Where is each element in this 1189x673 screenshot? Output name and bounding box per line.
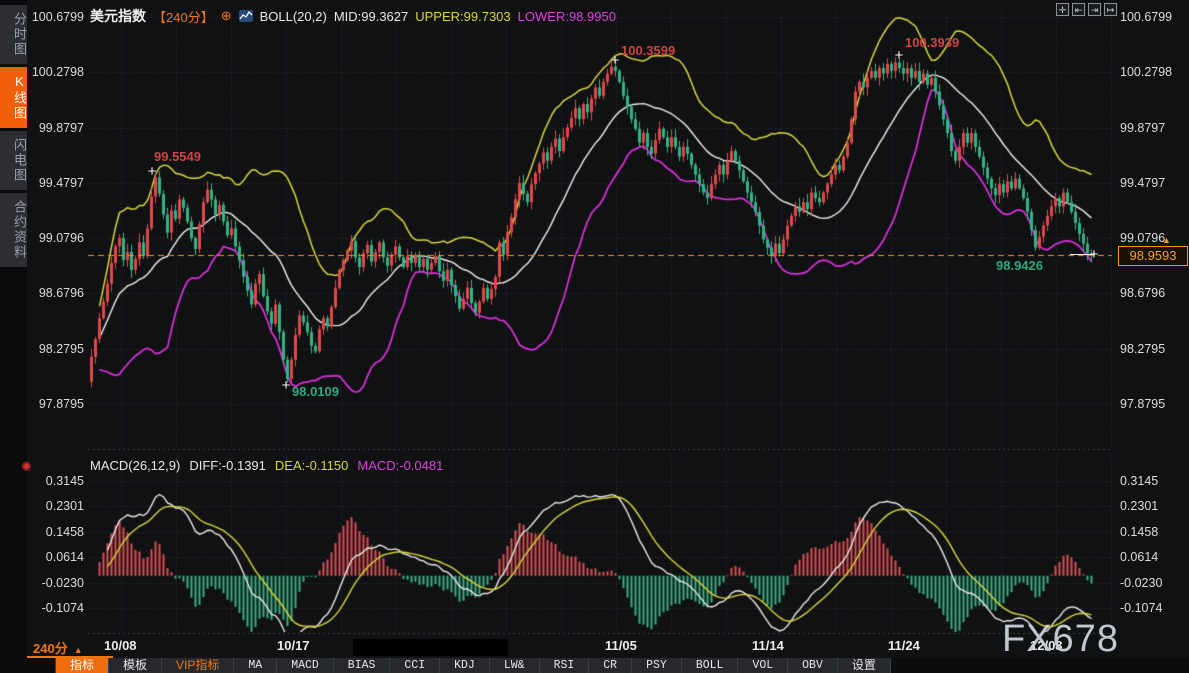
- boll-mid-value: MID:99.3627: [334, 9, 408, 24]
- macd-tick-label: 0.0614: [1120, 549, 1188, 565]
- crosshair-icon[interactable]: ✛: [1056, 3, 1069, 16]
- sidebar-tab-闪电图[interactable]: 闪电图: [0, 131, 27, 190]
- axis-zoom-right-icon[interactable]: ⇥: [1088, 3, 1101, 16]
- toolbar-button-CR[interactable]: CR: [589, 658, 632, 673]
- toolbar-button-VOL[interactable]: VOL: [738, 658, 788, 673]
- toolbar-button-指标[interactable]: 指标: [55, 658, 109, 673]
- toolbar-button-VIP指标[interactable]: VIP指标: [162, 658, 234, 673]
- boll-indicator-label: BOLL(20,2): [260, 9, 327, 24]
- chart-header: 美元指数 【240分】 ⊕ BOLL(20,2) MID:99.3627 UPP…: [90, 6, 616, 26]
- fx678-watermark: FX678: [1002, 618, 1119, 661]
- boll-upper-value: UPPER:99.7303: [415, 9, 510, 24]
- price-tick-label: 100.2798: [1120, 64, 1188, 80]
- plus-circle-icon[interactable]: ⊕: [221, 8, 232, 24]
- macd-header: MACD(26,12,9) DIFF:-0.1391 DEA:-0.1150 M…: [90, 458, 443, 473]
- toolbar-button-MACD[interactable]: MACD: [277, 658, 334, 673]
- sidebar-tab-分时图[interactable]: 分时图: [0, 5, 27, 64]
- pan-right-icon[interactable]: ↦: [1104, 3, 1117, 16]
- blackout-box: [353, 639, 508, 656]
- date-label: 11/14: [752, 638, 784, 653]
- price-tick-label: 98.6796: [1120, 285, 1188, 301]
- price-tick-label: 100.6799: [1120, 9, 1188, 25]
- axis-zoom-left-icon[interactable]: ⇤: [1072, 3, 1085, 16]
- macd-tick-label: 0.2301: [1120, 498, 1188, 514]
- toolbar-button-BOLL[interactable]: BOLL: [682, 658, 739, 673]
- macd-params-label: MACD(26,12,9): [90, 458, 180, 473]
- chevron-up-icon: ▲: [74, 645, 83, 655]
- price-tick-label: 99.8797: [1120, 120, 1188, 136]
- crosshair-marker-icon: +: [895, 47, 904, 64]
- period-title: 【240分】: [153, 7, 214, 26]
- sidebar-chart-type-tabs: 分时图 K线图闪电图合约资料: [0, 0, 27, 673]
- last-price-pointer-line: [1070, 254, 1094, 255]
- macd-macd-value: MACD:-0.0481: [357, 458, 443, 473]
- toolbar-button-OBV[interactable]: OBV: [788, 658, 838, 673]
- symbol-title: 美元指数: [90, 6, 146, 26]
- date-label: 10/08: [104, 638, 137, 653]
- last-price-badge: 98.9593: [1118, 246, 1188, 266]
- price-tick-label: 97.8795: [1120, 396, 1188, 412]
- toolbar-button-LW&[interactable]: LW&: [490, 658, 540, 673]
- price-annotation: 100.3599: [621, 43, 675, 58]
- macd-indicator-icon[interactable]: ✺: [21, 459, 32, 475]
- macd-tick-label: 0.1458: [1120, 524, 1188, 540]
- chart-toolbar-icons: ✛⇤⇥↦: [1056, 3, 1117, 16]
- period-tab-label: 240分: [33, 641, 68, 656]
- date-label: 10/17: [277, 638, 310, 653]
- toolbar-button-KDJ[interactable]: KDJ: [440, 658, 490, 673]
- price-tick-label: 99.0796: [1120, 230, 1188, 246]
- price-annotation: 100.3939: [905, 35, 959, 50]
- price-tick-label: 99.4797: [1120, 175, 1188, 191]
- toolbar-button-BIAS[interactable]: BIAS: [334, 658, 391, 673]
- macd-tick-label: -0.1074: [1120, 600, 1188, 616]
- sidebar-tab-合约资料[interactable]: 合约资料: [0, 193, 27, 267]
- toolbar-button-PSY[interactable]: PSY: [632, 658, 682, 673]
- price-tick-label: 98.2795: [1120, 341, 1188, 357]
- macd-diff-value: DIFF:-0.1391: [189, 458, 266, 473]
- crosshair-marker-icon: +: [282, 377, 291, 394]
- sidebar-tab-K线图[interactable]: K线图: [0, 67, 27, 128]
- toolbar-button-MA[interactable]: MA: [234, 658, 277, 673]
- toolbar-button-RSI[interactable]: RSI: [540, 658, 590, 673]
- date-label: 11/05: [605, 638, 637, 653]
- crosshair-marker-icon: +: [148, 163, 157, 180]
- toolbar-button-设置[interactable]: 设置: [838, 658, 891, 673]
- price-up-arrow-icon: ▲: [1162, 235, 1171, 245]
- price-annotation: 98.9426: [996, 258, 1043, 273]
- price-annotation: 99.5549: [154, 149, 201, 164]
- boll-lower-value: LOWER:98.9950: [518, 9, 616, 24]
- toolbar-button-模板[interactable]: 模板: [109, 658, 162, 673]
- period-tab[interactable]: 240分 ▲: [33, 638, 83, 657]
- price-annotation: 98.0109: [292, 384, 339, 399]
- macd-tick-label: 0.3145: [1120, 473, 1188, 489]
- toolbar-button-CCI[interactable]: CCI: [390, 658, 440, 673]
- indicator-chart-icon[interactable]: [239, 10, 253, 22]
- macd-dea-value: DEA:-0.1150: [275, 458, 348, 473]
- macd-tick-label: -0.0230: [1120, 575, 1188, 591]
- trading-app-window: 分时图 K线图闪电图合约资料 美元指数 【240分】 ⊕ BOLL(20,2) M…: [0, 0, 1189, 673]
- price-macd-chart-canvas[interactable]: [0, 0, 1189, 673]
- crosshair-marker-icon: +: [611, 52, 620, 69]
- date-label: 11/24: [888, 638, 920, 653]
